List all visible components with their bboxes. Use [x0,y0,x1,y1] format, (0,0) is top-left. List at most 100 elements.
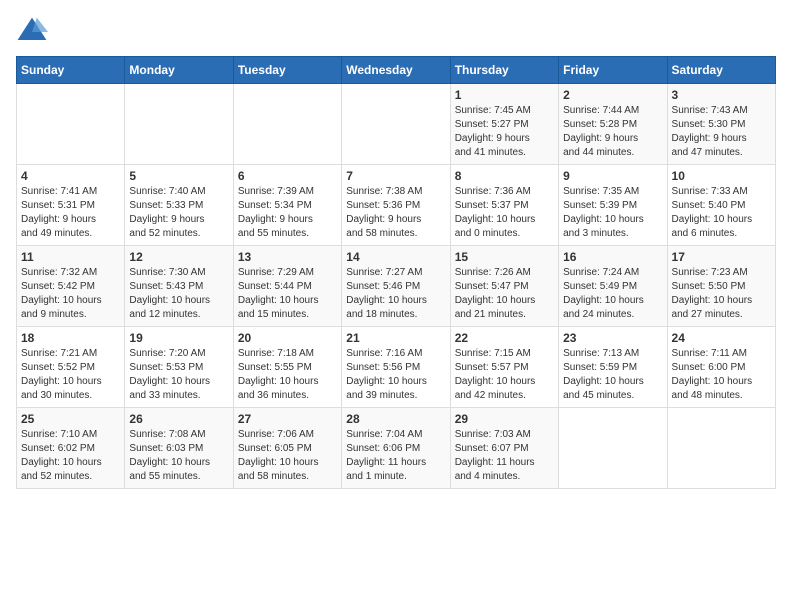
calendar-cell: 1Sunrise: 7:45 AM Sunset: 5:27 PM Daylig… [450,84,558,165]
calendar-cell: 18 Sunrise: 7:21 AM Sunset: 5:52 PM Dayli… [17,327,125,408]
day-number: 10 [672,169,771,183]
day-number: 28 [346,412,445,426]
day-number: 1 [455,88,554,102]
calendar-week-row: 4 Sunrise: 7:41 AM Sunset: 5:31 PM Daylig… [17,165,776,246]
day-number: 17 [672,250,771,264]
calendar-cell: 20Sunrise: 7:18 AM Sunset: 5:55 PM Dayli… [233,327,341,408]
day-info: Sunrise: 7:30 AM Sunset: 5:43 PM Dayligh… [129,266,228,322]
day-info: Sunrise: 7:21 AM Sunset: 5:52 PM Dayligh… [21,347,120,403]
calendar-cell: 28 Sunrise: 7:04 AM Sunset: 6:06 PM Dayli… [342,408,450,489]
calendar-week-row: 25 Sunrise: 7:10 AM Sunset: 6:02 PM Dayli… [17,408,776,489]
day-info: Sunrise: 7:44 AM Sunset: 5:28 PM Dayligh… [563,104,662,160]
calendar-cell [233,84,341,165]
calendar-cell: 29Sunrise: 7:03 AM Sunset: 6:07 PM Dayli… [450,408,558,489]
day-info: Sunrise: 7:35 AM Sunset: 5:39 PM Dayligh… [563,185,662,241]
day-info: Sunrise: 7:15 AM Sunset: 5:57 PM Dayligh… [455,347,554,403]
calendar-cell: 8 Sunrise: 7:36 AM Sunset: 5:37 PM Daylig… [450,165,558,246]
calendar-cell: 15 Sunrise: 7:26 AM Sunset: 5:47 PM Dayli… [450,246,558,327]
day-number: 4 [21,169,120,183]
header-day: Friday [559,57,667,84]
day-info: Sunrise: 7:36 AM Sunset: 5:37 PM Dayligh… [455,185,554,241]
day-number: 23 [563,331,662,345]
day-info: Sunrise: 7:10 AM Sunset: 6:02 PM Dayligh… [21,428,120,484]
day-number: 13 [238,250,337,264]
day-info: Sunrise: 7:38 AM Sunset: 5:36 PM Dayligh… [346,185,445,241]
calendar-cell: 9 Sunrise: 7:35 AM Sunset: 5:39 PM Daylig… [559,165,667,246]
day-number: 12 [129,250,228,264]
day-number: 19 [129,331,228,345]
day-info: Sunrise: 7:20 AM Sunset: 5:53 PM Dayligh… [129,347,228,403]
calendar-cell: 6 Sunrise: 7:39 AM Sunset: 5:34 PM Daylig… [233,165,341,246]
header-day: Wednesday [342,57,450,84]
day-number: 14 [346,250,445,264]
day-number: 27 [238,412,337,426]
day-number: 7 [346,169,445,183]
header-row: SundayMondayTuesdayWednesdayThursdayFrid… [17,57,776,84]
calendar-cell: 4 Sunrise: 7:41 AM Sunset: 5:31 PM Daylig… [17,165,125,246]
day-number: 3 [672,88,771,102]
calendar-cell: 25 Sunrise: 7:10 AM Sunset: 6:02 PM Dayli… [17,408,125,489]
calendar-cell: 14 Sunrise: 7:27 AM Sunset: 5:46 PM Dayli… [342,246,450,327]
day-number: 21 [346,331,445,345]
calendar-cell: 19 Sunrise: 7:20 AM Sunset: 5:53 PM Dayli… [125,327,233,408]
calendar-cell: 27Sunrise: 7:06 AM Sunset: 6:05 PM Dayli… [233,408,341,489]
day-number: 22 [455,331,554,345]
header-day: Tuesday [233,57,341,84]
day-info: Sunrise: 7:11 AM Sunset: 6:00 PM Dayligh… [672,347,771,403]
calendar-cell: 7 Sunrise: 7:38 AM Sunset: 5:36 PM Daylig… [342,165,450,246]
day-info: Sunrise: 7:24 AM Sunset: 5:49 PM Dayligh… [563,266,662,322]
calendar-week-row: 18 Sunrise: 7:21 AM Sunset: 5:52 PM Dayli… [17,327,776,408]
day-number: 16 [563,250,662,264]
calendar-cell [17,84,125,165]
calendar-cell: 11 Sunrise: 7:32 AM Sunset: 5:42 PM Dayli… [17,246,125,327]
day-info: Sunrise: 7:08 AM Sunset: 6:03 PM Dayligh… [129,428,228,484]
calendar-week-row: 1Sunrise: 7:45 AM Sunset: 5:27 PM Daylig… [17,84,776,165]
day-number: 25 [21,412,120,426]
calendar-cell [125,84,233,165]
calendar-cell: 16 Sunrise: 7:24 AM Sunset: 5:49 PM Dayli… [559,246,667,327]
calendar-cell: 12 Sunrise: 7:30 AM Sunset: 5:43 PM Dayli… [125,246,233,327]
header-day: Monday [125,57,233,84]
calendar-cell: 2Sunrise: 7:44 AM Sunset: 5:28 PM Daylig… [559,84,667,165]
day-info: Sunrise: 7:23 AM Sunset: 5:50 PM Dayligh… [672,266,771,322]
calendar-cell [667,408,775,489]
header-day: Saturday [667,57,775,84]
logo [16,16,52,44]
calendar-header: SundayMondayTuesdayWednesdayThursdayFrid… [17,57,776,84]
header-day: Sunday [17,57,125,84]
calendar-cell: 26 Sunrise: 7:08 AM Sunset: 6:03 PM Dayli… [125,408,233,489]
day-number: 15 [455,250,554,264]
day-info: Sunrise: 7:27 AM Sunset: 5:46 PM Dayligh… [346,266,445,322]
day-number: 5 [129,169,228,183]
calendar-cell: 17 Sunrise: 7:23 AM Sunset: 5:50 PM Dayli… [667,246,775,327]
day-info: Sunrise: 7:13 AM Sunset: 5:59 PM Dayligh… [563,347,662,403]
day-info: Sunrise: 7:18 AM Sunset: 5:55 PM Dayligh… [238,347,337,403]
day-number: 29 [455,412,554,426]
day-number: 9 [563,169,662,183]
day-info: Sunrise: 7:16 AM Sunset: 5:56 PM Dayligh… [346,347,445,403]
calendar-cell: 24Sunrise: 7:11 AM Sunset: 6:00 PM Dayli… [667,327,775,408]
day-info: Sunrise: 7:32 AM Sunset: 5:42 PM Dayligh… [21,266,120,322]
calendar-cell [559,408,667,489]
day-info: Sunrise: 7:43 AM Sunset: 5:30 PM Dayligh… [672,104,771,160]
calendar-cell: 13Sunrise: 7:29 AM Sunset: 5:44 PM Dayli… [233,246,341,327]
calendar-cell: 23 Sunrise: 7:13 AM Sunset: 5:59 PM Dayli… [559,327,667,408]
calendar-week-row: 11 Sunrise: 7:32 AM Sunset: 5:42 PM Dayli… [17,246,776,327]
day-number: 11 [21,250,120,264]
day-info: Sunrise: 7:04 AM Sunset: 6:06 PM Dayligh… [346,428,445,484]
day-info: Sunrise: 7:40 AM Sunset: 5:33 PM Dayligh… [129,185,228,241]
logo-icon [16,16,48,44]
day-info: Sunrise: 7:41 AM Sunset: 5:31 PM Dayligh… [21,185,120,241]
calendar-cell: 22 Sunrise: 7:15 AM Sunset: 5:57 PM Dayli… [450,327,558,408]
day-number: 8 [455,169,554,183]
calendar-cell: 3 Sunrise: 7:43 AM Sunset: 5:30 PM Daylig… [667,84,775,165]
day-number: 6 [238,169,337,183]
day-info: Sunrise: 7:33 AM Sunset: 5:40 PM Dayligh… [672,185,771,241]
day-number: 26 [129,412,228,426]
day-number: 18 [21,331,120,345]
day-info: Sunrise: 7:26 AM Sunset: 5:47 PM Dayligh… [455,266,554,322]
calendar-cell: 5 Sunrise: 7:40 AM Sunset: 5:33 PM Daylig… [125,165,233,246]
calendar-cell: 21 Sunrise: 7:16 AM Sunset: 5:56 PM Dayli… [342,327,450,408]
day-info: Sunrise: 7:39 AM Sunset: 5:34 PM Dayligh… [238,185,337,241]
calendar-body: 1Sunrise: 7:45 AM Sunset: 5:27 PM Daylig… [17,84,776,489]
